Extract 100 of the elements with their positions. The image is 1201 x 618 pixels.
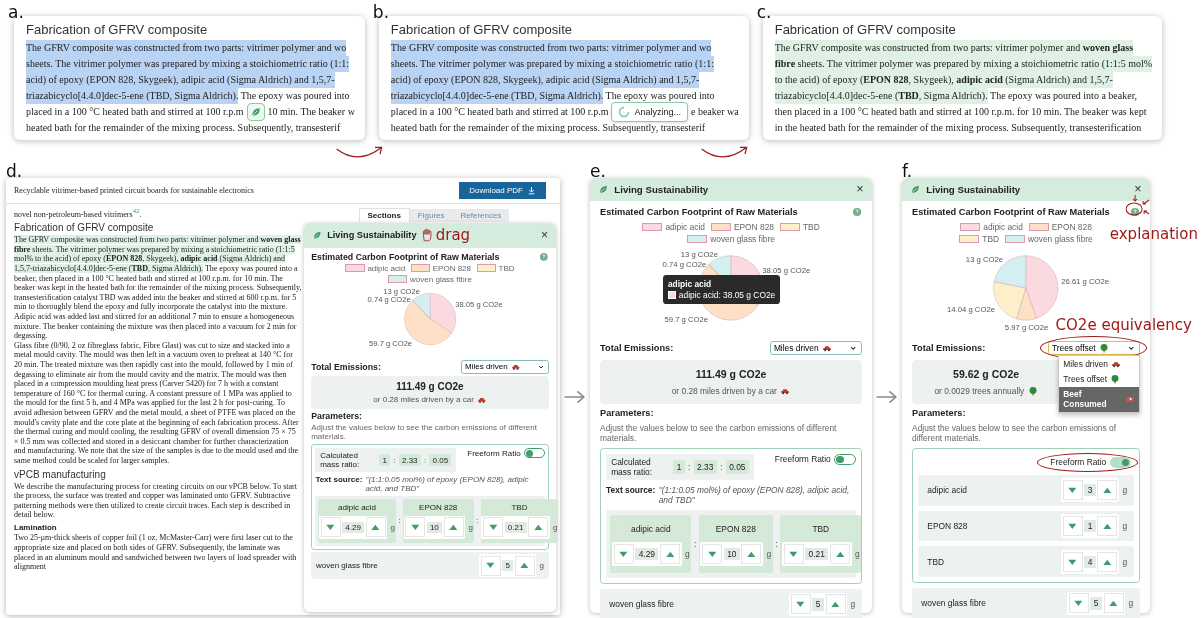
paragraph: Glass fibre (0/90, 2 oz fibreglass fabric, Fibre Glast) was cut to size and stacked into a metal mould cavity. The mould was then left in a vacuum oven to preheat at 140 °C for 20 min. The treated mixture was then rapidly cast into the mould, followed by 1 min of degassing to eliminate air from the mould cavity and the matrix. The mould was then placed in a compression moulding heat press (Carver 5420) for 7 h with a constant temperature of 160 °C for thermal curing. A constant pressure of 1 MPa was applied to the mould for the first 5 h, and 4 MPa was applied for the last 2 h for post-curing. To avoid adhesion between GFRV and the metal mould, a sheet of PTFE was placed on the mould's cavity plate and the core plate at the beginning of each fabrication process. After the thermal curing and mould cooling, the resulting GFRV of overall dimension 75 × 75 × 0.5 mm was collected and stored in a desiccant chamber for further characterization and manufacturing. We note that the size of the samples is due to the mould used and the same method could be scaled for larger samples.: [14, 340, 300, 466]
chart-title: Estimated Carbon Footprint of Raw Materials: [600, 207, 798, 218]
text-line: heated bath for the remainder of the mixing process. Subsequently, transesterif: [26, 121, 342, 135]
hint-text: Adjust the values below to see the carbon emissions of different materials.: [311, 423, 538, 442]
unit-label: g: [766, 548, 772, 559]
paragraph: We describe the manufacturing process for creating circuits on our vPCB below. To start the process, the surface was treated and copper was laminated onto GFRV. Subtractive patterning methods were then utilized to create circuit traces. Each step is described in detail below.: [14, 481, 298, 520]
panel-label: f.: [902, 164, 914, 178]
unit-label: g: [539, 561, 544, 571]
total-value: 111.49 g CO2e: [396, 380, 464, 392]
panel-label: b.: [372, 2, 390, 22]
ratio-separator: :: [398, 516, 401, 526]
legend-label: TBD: [802, 222, 820, 233]
amount-value: 0.21: [504, 521, 527, 533]
status-text: Analyzing...: [634, 106, 681, 119]
amount-value: 3: [1084, 483, 1096, 497]
section-heading: Fabrication of GFRV composite: [390, 22, 573, 37]
material-name: woven glass fibre: [609, 599, 675, 610]
amount-value: 4.29: [342, 521, 365, 533]
amount-value: 0.21: [805, 547, 829, 561]
source-label: Text source:: [606, 485, 656, 498]
ratio-separator: :: [688, 462, 691, 473]
legend-label: woven glass fibre: [710, 233, 775, 244]
amount-value: 4: [1084, 555, 1096, 569]
panel-title: Living Sustainability: [614, 183, 709, 195]
annotation-label: CO2e equivalency: [1055, 318, 1192, 334]
material-name: adipic acid: [927, 485, 967, 496]
section-heading: vPCB manufacturing: [14, 468, 107, 481]
legend-label: TBD: [498, 264, 515, 273]
source-quote: "(1:1:0.05 mol%) of epoxy (EPON 828), adipic acid, and TBD": [365, 475, 530, 494]
unit-label: g: [1122, 521, 1128, 531]
material-name: adipic acid: [338, 502, 376, 512]
material-name: EPON 828: [419, 502, 458, 512]
tooltip-text: adipic acid: 38.05 g CO2e: [678, 290, 776, 301]
material-name: TBD: [927, 556, 945, 567]
ratio-label: Calculated mass ratio:: [611, 457, 654, 478]
unit-label: g: [854, 548, 860, 559]
amount-value: 5: [812, 598, 824, 611]
unit-label: g: [390, 522, 395, 532]
ratio-separator: :: [476, 516, 479, 526]
amount-value: 10: [426, 521, 442, 533]
total-value: 59.62 g CO2e: [953, 368, 1020, 381]
ratio-label: Calculated mass ratio:: [320, 451, 361, 470]
ratio-value: 2.33: [398, 453, 421, 467]
unit-label: g: [468, 522, 473, 532]
unit-label: g: [552, 522, 558, 532]
panel-label: c.: [756, 2, 772, 22]
annotation-label: explanation: [1109, 227, 1198, 243]
text-line: in the heated bath for the remainder of the mixing process. Subsequently, transesterification: [774, 121, 1143, 135]
unit-label: g: [850, 599, 856, 610]
legend-label: woven glass fibre: [410, 274, 472, 284]
ratio-separator: :: [693, 539, 697, 550]
material-name: woven glass fibre: [921, 598, 987, 609]
text-line: 10 min. The beaker w: [267, 105, 355, 119]
paragraph: Two 25-μm-thick sheets of copper foil (1 oz, McMaster-Carr) were first laser cut to the appropriate size and placed on both sides of GFRV. Subsequently, the laminate was placed in an aluminum mould and sandwiched between two layers of load spreader with alignment: [14, 533, 298, 572]
article-title: Recyclable vitrimer-based printed circuit boards for sustainable electronics: [14, 186, 254, 195]
material-name: EPON 828: [715, 523, 756, 534]
hint-text: Adjust the values below to see the carbon emissions of different materials.: [912, 423, 1117, 444]
section-heading: Fabrication of GFRV composite: [14, 222, 155, 235]
panel-title: Living Sustainability: [327, 230, 417, 241]
amount-value: 4.29: [635, 547, 659, 561]
legend-label: adipic acid: [983, 222, 1023, 233]
ratio-value: 0.05: [429, 453, 452, 467]
panel-label: a.: [8, 2, 24, 22]
material-name: TBD: [511, 502, 528, 512]
legend-label: adipic acid: [367, 264, 406, 273]
amount-value: 5: [502, 560, 514, 572]
text-line: placed in a 100 °C heated bath and stirred at 100 r.p.m: [390, 105, 609, 119]
total-value: 111.49 g CO2e: [695, 368, 767, 381]
section-title: Total Emissions:: [600, 343, 674, 353]
toggle-label: Freeform Ratio: [1050, 457, 1107, 468]
ratio-value: 2.33: [693, 460, 717, 474]
unit-label: g: [1122, 556, 1128, 567]
section-title: Total Emissions:: [912, 343, 986, 353]
legend-label: adipic acid: [665, 222, 705, 233]
toggle-label: Freeform Ratio: [467, 448, 521, 458]
amount-value: 10: [723, 547, 740, 561]
ratio-value: 0.05: [725, 460, 749, 474]
equivalent-text: or 0.28 miles driven by a car: [373, 395, 474, 405]
ratio-separator: :: [775, 539, 778, 550]
unit-label: g: [685, 548, 690, 559]
material-name: TBD: [812, 523, 830, 534]
source-label: Text source:: [315, 475, 363, 487]
legend-label: EPON 828: [1051, 222, 1092, 233]
panel-title: Living Sustainability: [926, 183, 1021, 195]
legend-label: TBD: [982, 233, 1000, 244]
material-name: adipic acid: [631, 523, 671, 534]
amount-value: 5: [1090, 597, 1102, 610]
tooltip-title: adipic acid: [667, 278, 713, 289]
toggle-label: Freeform Ratio: [774, 454, 831, 465]
text-line: e beaker wa: [690, 105, 739, 119]
text-line: then placed in a 100 °C heated bath and stirred at 100 r.p.m. for 10 min. The beaker was kept: [774, 105, 1148, 119]
legend-label: EPON 828: [733, 222, 774, 233]
ratio-separator: :: [720, 462, 723, 473]
section-title: Total Emissions:: [311, 361, 381, 372]
ratio-value: 1: [379, 453, 391, 467]
ratio-value: 1: [673, 460, 685, 474]
panel-label: d.: [6, 164, 24, 178]
equivalent-text: or 0.0029 trees annually: [934, 386, 1025, 397]
hint-text: Adjust the values below to see the carbon emissions of different materials.: [600, 423, 838, 444]
legend-label: woven glass fibre: [1028, 233, 1093, 244]
